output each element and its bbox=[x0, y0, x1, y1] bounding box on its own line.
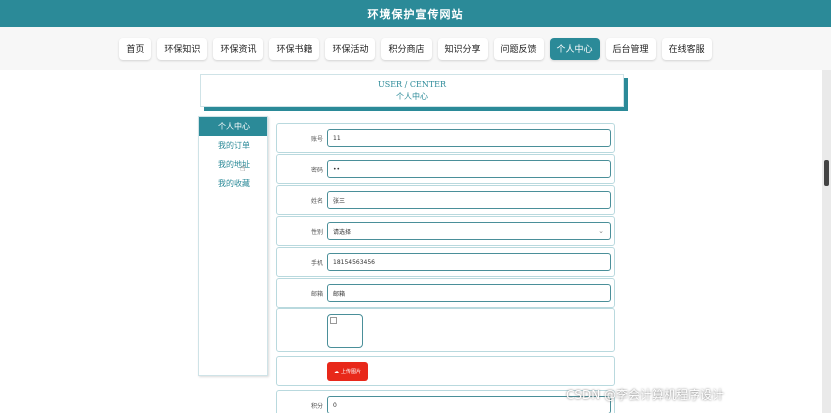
nav-user-center[interactable]: 个人中心 bbox=[549, 37, 600, 60]
form-row-phone: 手机 18154563456 bbox=[276, 247, 615, 277]
field-label: 姓名 bbox=[310, 197, 323, 205]
main-nav: 首页 环保知识 环保资讯 环保书籍 环保活动 积分商店 知识分享 问题反馈 个人… bbox=[0, 27, 831, 70]
site-title: 环境保护宣传网站 bbox=[367, 7, 464, 21]
nav-eco-news[interactable]: 环保资讯 bbox=[213, 37, 264, 60]
upload-button-label: 上传图片 bbox=[340, 369, 361, 375]
top-header-bar: 环境保护宣传网站 bbox=[0, 0, 831, 27]
broken-image-icon bbox=[330, 317, 337, 324]
mouse-pointer-icon: ☝ bbox=[240, 164, 246, 174]
nav-home[interactable]: 首页 bbox=[119, 37, 152, 60]
nav-online-service[interactable]: 在线客服 bbox=[661, 37, 712, 60]
csdn-watermark: CSDN @李会计算机程序设计 bbox=[566, 388, 725, 402]
nav-feedback[interactable]: 问题反馈 bbox=[493, 37, 544, 60]
gender-select-value: 请选择 bbox=[333, 228, 352, 236]
field-label: 性别 bbox=[310, 228, 323, 236]
field-label: 积分 bbox=[310, 402, 323, 410]
scrollbar-thumb[interactable] bbox=[824, 160, 829, 186]
sidebar-item-user-center[interactable]: 个人中心 bbox=[199, 117, 267, 136]
sidebar-item-orders[interactable]: 我的订单 bbox=[199, 136, 267, 155]
sidebar: 个人中心 我的订单 我的地址 我的收藏 bbox=[198, 116, 268, 376]
field-label: 邮箱 bbox=[310, 290, 323, 298]
form-row-upload: ☁ 上传图片 bbox=[276, 356, 615, 386]
form-row-points: 积分 0 bbox=[276, 390, 615, 413]
phone-input[interactable]: 18154563456 bbox=[327, 253, 611, 271]
form-row-password: 密码 •• bbox=[276, 154, 615, 184]
name-input[interactable]: 张三 bbox=[327, 191, 611, 209]
email-input[interactable]: 邮箱 bbox=[327, 284, 611, 302]
nav-knowledge-share[interactable]: 知识分享 bbox=[437, 37, 488, 60]
cloud-upload-icon: ☁ bbox=[333, 368, 339, 375]
password-input[interactable]: •• bbox=[327, 160, 611, 178]
sidebar-item-address[interactable]: 我的地址 bbox=[199, 155, 267, 174]
banner-title-en: USER / CENTER bbox=[377, 80, 447, 89]
field-label: 密码 bbox=[310, 166, 323, 174]
form-row-email: 邮箱 邮箱 bbox=[276, 278, 615, 308]
gender-select[interactable]: 请选择 ⌄ bbox=[327, 222, 611, 240]
banner-title-zh: 个人中心 bbox=[396, 92, 428, 101]
nav-eco-knowledge[interactable]: 环保知识 bbox=[157, 37, 208, 60]
nav-eco-activities[interactable]: 环保活动 bbox=[325, 37, 376, 60]
nav-points-store[interactable]: 积分商店 bbox=[381, 37, 432, 60]
field-label: 手机 bbox=[310, 259, 323, 267]
field-label: 账号 bbox=[310, 135, 323, 143]
nav-eco-books[interactable]: 环保书籍 bbox=[269, 37, 320, 60]
form-row-avatar bbox=[276, 308, 615, 352]
avatar-image bbox=[327, 314, 363, 348]
page-scrollbar[interactable] bbox=[822, 70, 831, 413]
sidebar-item-favorites[interactable]: 我的收藏 bbox=[199, 174, 267, 193]
chevron-down-icon: ⌄ bbox=[598, 227, 604, 235]
nav-admin[interactable]: 后台管理 bbox=[605, 37, 656, 60]
form-row-name: 姓名 张三 bbox=[276, 185, 615, 215]
upload-image-button[interactable]: ☁ 上传图片 bbox=[327, 362, 368, 381]
form-row-account: 账号 11 bbox=[276, 123, 615, 153]
form-row-gender: 性别 请选择 ⌄ bbox=[276, 216, 615, 246]
account-input[interactable]: 11 bbox=[327, 129, 611, 147]
page-banner: USER / CENTER 个人中心 bbox=[200, 74, 624, 107]
